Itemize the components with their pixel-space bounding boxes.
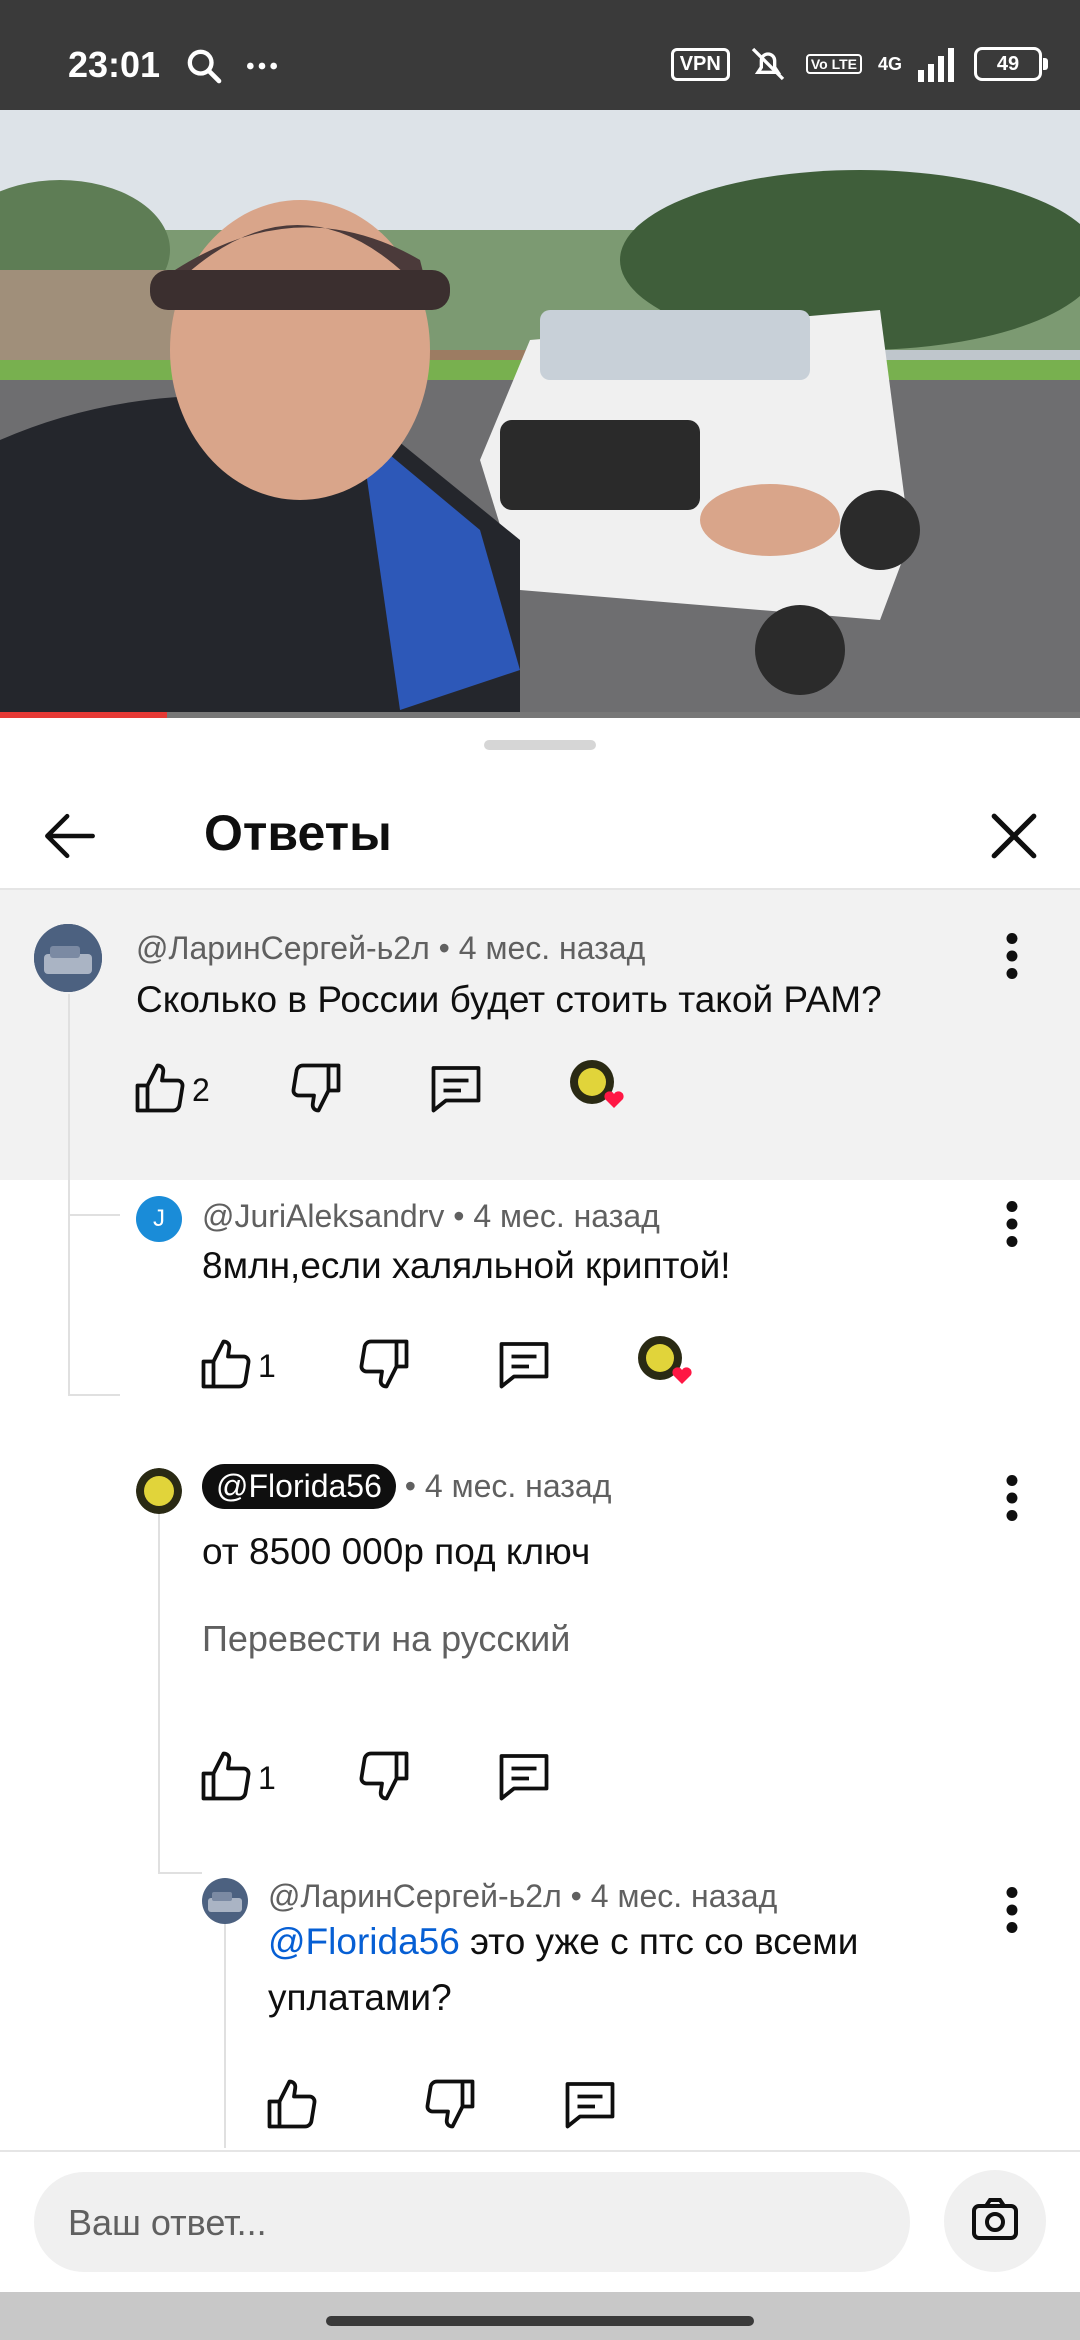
dislike-button[interactable] (354, 1334, 414, 1394)
video-player[interactable] (0, 110, 1080, 718)
thumb-up-icon (135, 1063, 185, 1113)
vertical-dots-icon (1006, 933, 1018, 979)
thumb-down-icon (291, 1063, 341, 1113)
video-frame-image (0, 110, 1080, 718)
thumb-up-icon (267, 2079, 317, 2129)
volte-badge: Vo LTE (805, 54, 862, 74)
comment-text: @Florida56 это уже с птс со всеми уплата… (268, 1914, 968, 2026)
reply-bubble-icon (499, 1754, 549, 1801)
dislike-button[interactable] (354, 1746, 414, 1806)
system-nav-bar (0, 2292, 1080, 2340)
vertical-dots-icon (1006, 1201, 1018, 1247)
sheet-header: Ответы (0, 778, 1080, 888)
comment-meta: @Florida56 • 4 мес. назад (202, 1464, 611, 1509)
like-button[interactable] (262, 2074, 322, 2134)
florida-avatar-icon (136, 1468, 182, 1514)
creator-heart-badge (568, 1058, 626, 1116)
thumb-up-icon (201, 1751, 251, 1801)
comment-meta: @JuriAleksandrv • 4 мес. назад (202, 1198, 660, 1235)
like-count: 1 (258, 1760, 276, 1796)
thread-connector (68, 1394, 120, 1396)
creator-author-chip[interactable]: @Florida56 (202, 1464, 396, 1509)
comment-time: • 4 мес. назад (404, 1468, 612, 1504)
comment-author[interactable]: @JuriAleksandrv (202, 1198, 444, 1234)
comment-text: от 8500 000р под ключ (202, 1531, 591, 1572)
avatar-letter: J (153, 1205, 165, 1232)
close-icon (991, 813, 1037, 859)
dislike-button[interactable] (286, 1058, 346, 1118)
camera-button[interactable] (944, 2170, 1046, 2272)
comment-meta: @ЛаринСергей-ь2л • 4 мес. назад (268, 1878, 777, 1915)
like-button[interactable] (130, 1058, 190, 1118)
translate-link[interactable]: Перевести на русский (202, 1618, 570, 1660)
thread-line (224, 1898, 226, 2148)
comment-meta: @ЛаринСергей-ь2л • 4 мес. назад (136, 930, 645, 967)
arrow-left-icon (45, 813, 95, 859)
thread-line (68, 994, 70, 1394)
camera-icon (972, 2198, 1018, 2240)
like-button[interactable] (196, 1746, 256, 1806)
more-options-button[interactable] (992, 1468, 1032, 1528)
more-options-button[interactable] (992, 1880, 1032, 1940)
avatar[interactable]: J (136, 1196, 182, 1242)
creator-heart-badge (636, 1334, 694, 1392)
avatar[interactable] (136, 1468, 182, 1514)
like-button[interactable] (196, 1334, 256, 1394)
back-button[interactable] (36, 802, 104, 870)
reply-placeholder: Ваш ответ... (68, 2202, 267, 2243)
creator-heart-icon (638, 1336, 692, 1384)
like-count: 1 (258, 1348, 276, 1384)
search-icon (187, 49, 222, 84)
creator-heart-icon (570, 1060, 624, 1108)
reply-button[interactable] (494, 1334, 554, 1394)
reply-button[interactable] (494, 1746, 554, 1806)
comment-time: • 4 мес. назад (438, 930, 646, 966)
reply-button[interactable] (426, 1058, 486, 1118)
vpn-badge: VPN (670, 47, 730, 81)
reply-button[interactable] (560, 2074, 620, 2134)
thread-connector (158, 1872, 202, 1874)
like-count: 2 (192, 1072, 210, 1108)
thumb-down-icon (425, 2079, 475, 2129)
thumb-down-icon (359, 1751, 409, 1801)
more-dots-icon (247, 62, 277, 70)
status-bar: 23:01 VPN Vo LTE 4G 49 (0, 0, 1080, 110)
thumb-down-icon (359, 1339, 409, 1389)
thread-connector (68, 1214, 120, 1216)
close-button[interactable] (980, 802, 1048, 870)
signal-icon (918, 48, 954, 82)
battery-indicator: 49 (974, 47, 1048, 81)
reply-bubble-icon (499, 1342, 549, 1389)
more-options-button[interactable] (992, 1194, 1032, 1254)
reply-bar: Ваш ответ... (0, 2150, 1080, 2292)
comment-author[interactable]: @ЛаринСергей-ь2л (136, 930, 430, 966)
avatar[interactable] (202, 1878, 248, 1924)
mute-bell-icon (751, 47, 785, 81)
status-time: 23:01 (68, 44, 161, 85)
comment-time: • 4 мес. назад (570, 1878, 778, 1914)
thread-line (158, 1474, 160, 1874)
drag-handle[interactable] (484, 740, 596, 750)
truck-avatar-icon (202, 1878, 248, 1924)
reply-bubble-icon (431, 1066, 481, 1113)
avatar[interactable] (34, 924, 102, 992)
comment-author[interactable]: @ЛаринСергей-ь2л (268, 1878, 562, 1914)
thumb-up-icon (201, 1339, 251, 1389)
vertical-dots-icon (1006, 1887, 1018, 1933)
comment-time: • 4 мес. назад (453, 1198, 660, 1234)
home-gesture-pill[interactable] (326, 2316, 754, 2326)
mention-link[interactable]: @Florida56 (268, 1921, 460, 1962)
more-options-button[interactable] (992, 926, 1032, 986)
parent-comment: @ЛаринСергей-ь2л • 4 мес. назад Сколько … (0, 890, 1080, 1180)
network-type: 4G (877, 53, 902, 74)
replies-sheet: Ответы @ЛаринСергей-ь2л • 4 мес. назад С… (0, 718, 1080, 2340)
reply-bubble-icon (565, 2082, 615, 2129)
dislike-button[interactable] (420, 2074, 480, 2134)
page-title: Ответы (204, 805, 392, 861)
vertical-dots-icon (1006, 1475, 1018, 1521)
comment-text: 8млн,если халяльной криптой! (202, 1245, 731, 1286)
comment-text: Сколько в России будет стоить такой РАМ? (136, 979, 882, 1020)
truck-avatar-icon (34, 924, 102, 992)
